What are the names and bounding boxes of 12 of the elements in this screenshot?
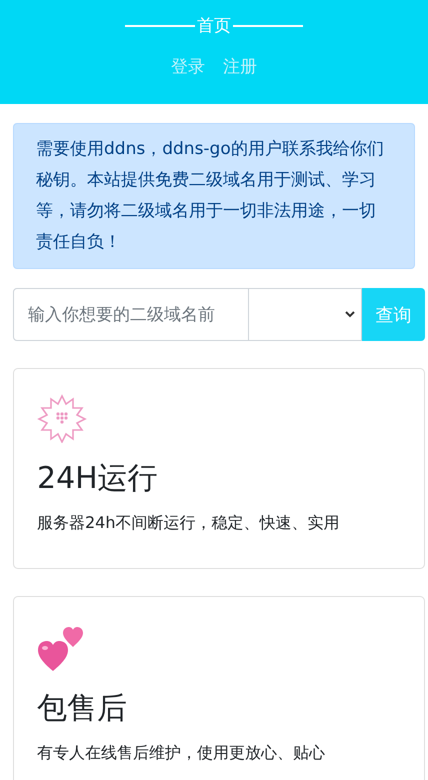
nav-link[interactable]: 注册 — [223, 55, 257, 78]
query-button[interactable]: 查询 — [362, 288, 425, 341]
feature-text: 服务器24h不间断运行，稳定、快速、实用 — [37, 513, 340, 534]
feature-text: 有专人在线售后维护，使用更放心、贴心 — [37, 743, 326, 764]
page-title: 首页 — [196, 15, 232, 37]
input-field[interactable]: 输入你想要的二级域名前 — [13, 288, 249, 341]
feature-title: 包售后 — [37, 690, 128, 728]
nav-link[interactable]: 登录 — [171, 55, 205, 78]
flower-icon — [37, 393, 87, 443]
chevron-down-icon — [345, 311, 355, 318]
notice-alert: 需要使用ddns，ddns-go的用户联系我给你们秘钥。本站提供免费二级域名用于测试、学习等，请勿将二级域名用于一切非法用途，一切责任自负！ — [13, 123, 415, 269]
feature-title: 24H运行 — [37, 460, 159, 498]
